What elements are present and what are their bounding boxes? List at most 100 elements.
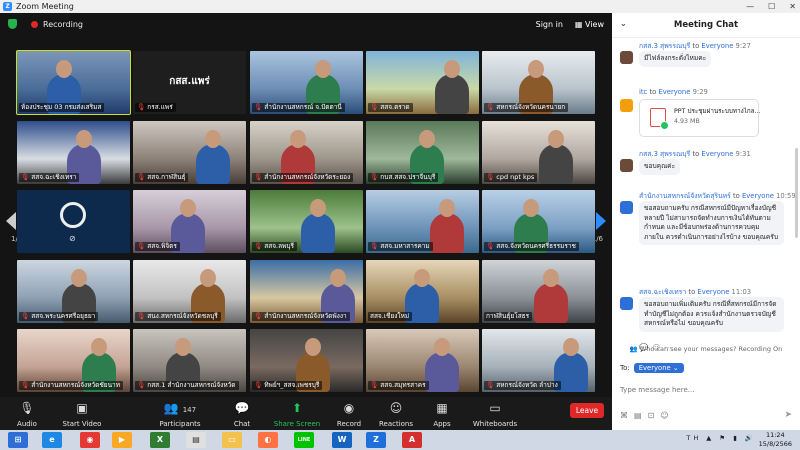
participant-name-text: สสจ.จังหวัดนครศรีธรรมราช <box>496 242 576 250</box>
video-tile[interactable]: 🎙 สสจ.พระนครศรีอยุธยา <box>17 260 130 323</box>
sign-in-button[interactable]: Sign in <box>536 20 563 29</box>
video-tile[interactable]: 🎙 กสส.1 สำนักงานสหกรณ์จังหวัด <box>133 329 246 392</box>
who-can-see-notice[interactable]: 👥 Who can see your messages? Recording O… <box>612 345 800 353</box>
chat-scrollbar[interactable] <box>795 148 798 238</box>
format-icon[interactable]: ⌘ <box>620 411 634 420</box>
video-tile[interactable]: 🎙 สสจ.ตราด <box>366 51 479 114</box>
taskbar-clock[interactable]: 11:24 15/8/2566 <box>759 431 792 449</box>
participant-name-label: 🎙 สสจ.สมุทรสาคร <box>368 381 429 390</box>
notepad-icon[interactable]: ▤ <box>186 432 206 448</box>
chat-message-list[interactable]: กสส.3 สุพรรณบุรี to Everyone 9:27 มีไฟล์ล… <box>612 38 800 354</box>
people-icon: 👥 <box>629 345 640 353</box>
participant-name-label: 🎙 สหกรณ์จังหวัดนครนายก <box>484 103 569 112</box>
video-tile[interactable]: 🎙 สำนักงานสหกรณ์จังหวัดชัยนาท <box>17 329 130 392</box>
video-tile[interactable]: 🎙 สำนักงานสหกรณ์ จ.ปัตตานี <box>250 51 363 114</box>
participant-name-text: สสจ.พิจิตร <box>147 242 177 250</box>
participants-button[interactable]: 👥 147 Participants <box>156 401 204 428</box>
leave-button[interactable]: Leave <box>570 403 604 418</box>
security-shield-icon[interactable] <box>8 19 17 29</box>
muted-mic-icon: 🎙 <box>370 103 379 111</box>
participant-name-text: สหกรณ์จังหวัด ลำปาง <box>496 381 558 389</box>
participant-name-text: สำนักงานสหกรณ์ จ.ปัตตานี <box>264 103 342 111</box>
chat-tools: ⌘▤⊡☺ <box>620 411 675 420</box>
video-tile[interactable]: 🎙 กบส.สสจ.ปราจีนบุรี <box>366 121 479 184</box>
start-video-button[interactable]: ▣ Start Video <box>58 401 106 428</box>
share-screen-button[interactable]: ⬆ Share Screen <box>272 401 322 428</box>
media-player-icon[interactable]: ▶ <box>112 432 132 448</box>
record-button[interactable]: ◉ Record <box>334 401 364 428</box>
collapse-chevron-icon[interactable]: ⌄ <box>620 19 627 28</box>
video-tile[interactable]: 🎙 สำนักงานสหกรณ์จังหวัดระยอง <box>250 121 363 184</box>
close-button[interactable]: ✕ <box>789 0 796 13</box>
video-tile[interactable]: 🎙 สสจ.จังหวัดนครศรีธรรมราช <box>482 190 595 253</box>
whiteboards-button[interactable]: ▭ Whiteboards <box>472 401 518 428</box>
recipient-selector: To: Everyone ⌄ <box>620 363 684 373</box>
start-button-icon[interactable]: ⊞ <box>8 432 28 448</box>
video-tile[interactable]: 🎙 ทิพย์ฯ_สสจ.เพชรบุรี <box>250 329 363 392</box>
emoji-icon[interactable]: ☺ <box>660 411 674 420</box>
chat-button[interactable]: 💬 Chat <box>230 401 254 428</box>
video-tile[interactable]: 🎙 สำนักงานสหกรณ์จังหวัดพังงา <box>250 260 363 323</box>
video-tile[interactable]: กาฬสินธุ์ยโสธร <box>482 260 595 323</box>
file-icon[interactable]: ▤ <box>634 411 648 420</box>
muted-mic-icon: 🎙 <box>137 103 146 111</box>
audio-button[interactable]: 🎙 Audio <box>12 401 42 428</box>
participant-name-label: 🎙 cpd npt kps <box>484 173 538 182</box>
participant-name-label: 🎙 สำนักงานสหกรณ์จังหวัดชัยนาท <box>19 381 123 390</box>
muted-mic-icon: 🎙 <box>21 381 30 389</box>
video-tile[interactable]: 🎙 สสจ.กาฬสินธุ์ <box>133 121 246 184</box>
participant-name-text: สสจ.ฉะเชิงเทรา <box>31 173 77 181</box>
screenshot-icon[interactable]: ⊡ <box>648 411 661 420</box>
video-tile[interactable]: 🎙 สนง.สหกรณ์จังหวัดชลบุรี <box>133 260 246 323</box>
clock-time: 11:24 <box>765 431 785 439</box>
chat-message-input[interactable] <box>620 381 792 399</box>
video-tile[interactable]: ห้องประชุม 03 กรมส่งเสริมส <box>16 50 131 115</box>
participant-figure <box>196 130 230 184</box>
window-titlebar: Z Zoom Meeting — ☐ ✕ <box>0 0 800 13</box>
video-tile[interactable]: 🎙 สสจ.ฉะเชิงเทรา <box>17 121 130 184</box>
video-tile[interactable]: กสส.แพร่ 🎙 กรส.แพร่ <box>133 51 246 114</box>
chrome-icon[interactable]: ◉ <box>80 432 100 448</box>
view-button[interactable]: ▦ View <box>575 20 604 29</box>
message-to: to <box>690 42 702 50</box>
maximize-button[interactable]: ☐ <box>768 0 775 13</box>
minimize-button[interactable]: — <box>746 0 754 13</box>
share-label: Share Screen <box>273 420 321 428</box>
internet-explorer-icon[interactable]: e <box>42 432 62 448</box>
apps-button[interactable]: ▦ Apps <box>430 401 454 428</box>
excel-icon[interactable]: X <box>150 432 170 448</box>
record-label: Record <box>336 420 362 428</box>
video-tile[interactable]: 🎙 สสจ.พิจิตร <box>133 190 246 253</box>
word-icon[interactable]: W <box>332 432 352 448</box>
participant-name-text: สนง.สหกรณ์จังหวัดชลบุรี <box>147 312 218 320</box>
participant-name-label: 🎙 กรส.แพร่ <box>135 103 176 112</box>
firefox-icon[interactable]: ◐ <box>258 432 278 448</box>
line-app-icon[interactable]: LINE <box>294 432 314 448</box>
chat-header: ⌄ Meeting Chat <box>612 13 800 38</box>
video-tile[interactable]: 🎙 สสจ.สมุทรสาคร <box>366 329 479 392</box>
video-tile[interactable]: ⊘ <box>17 190 130 253</box>
message-time: 9:31 <box>733 150 751 158</box>
participant-figure <box>435 60 469 114</box>
file-explorer-icon[interactable]: ▭ <box>222 432 242 448</box>
previous-page-arrow-icon[interactable] <box>6 212 16 230</box>
reactions-button[interactable]: ☺ Reactions <box>378 401 414 428</box>
video-tile[interactable]: 🎙 สหกรณ์จังหวัด ลำปาง <box>482 329 595 392</box>
video-tile[interactable]: 🎙 สหกรณ์จังหวัดนครนายก <box>482 51 595 114</box>
zoom-app-icon[interactable]: Z <box>366 432 386 448</box>
video-tile[interactable]: 🎙 สสจ.มหาสารคาม <box>366 190 479 253</box>
next-page-arrow-icon[interactable] <box>596 212 606 230</box>
recording-dot-icon <box>31 20 38 28</box>
video-tile[interactable]: 🎙 สสจ.ลพบุรี <box>250 190 363 253</box>
language-indicator[interactable]: TH <box>686 434 701 442</box>
file-attachment[interactable]: PPT ประชุมผ่านระบบทางไกล... 4.93 MB <box>639 99 761 137</box>
sender-avatar <box>620 51 633 64</box>
participant-name-text: สำนักงานสหกรณ์จังหวัดชัยนาท <box>31 381 120 389</box>
muted-mic-icon: 🎙 <box>254 103 263 111</box>
send-icon[interactable]: ➤ <box>784 410 792 420</box>
acrobat-icon[interactable]: A <box>402 432 422 448</box>
video-tile[interactable]: สสจ.เชียงใหม่ <box>366 260 479 323</box>
recipient-dropdown[interactable]: Everyone ⌄ <box>633 363 684 373</box>
record-icon: ◉ <box>343 401 355 415</box>
video-tile[interactable]: 🎙 cpd npt kps <box>482 121 595 184</box>
